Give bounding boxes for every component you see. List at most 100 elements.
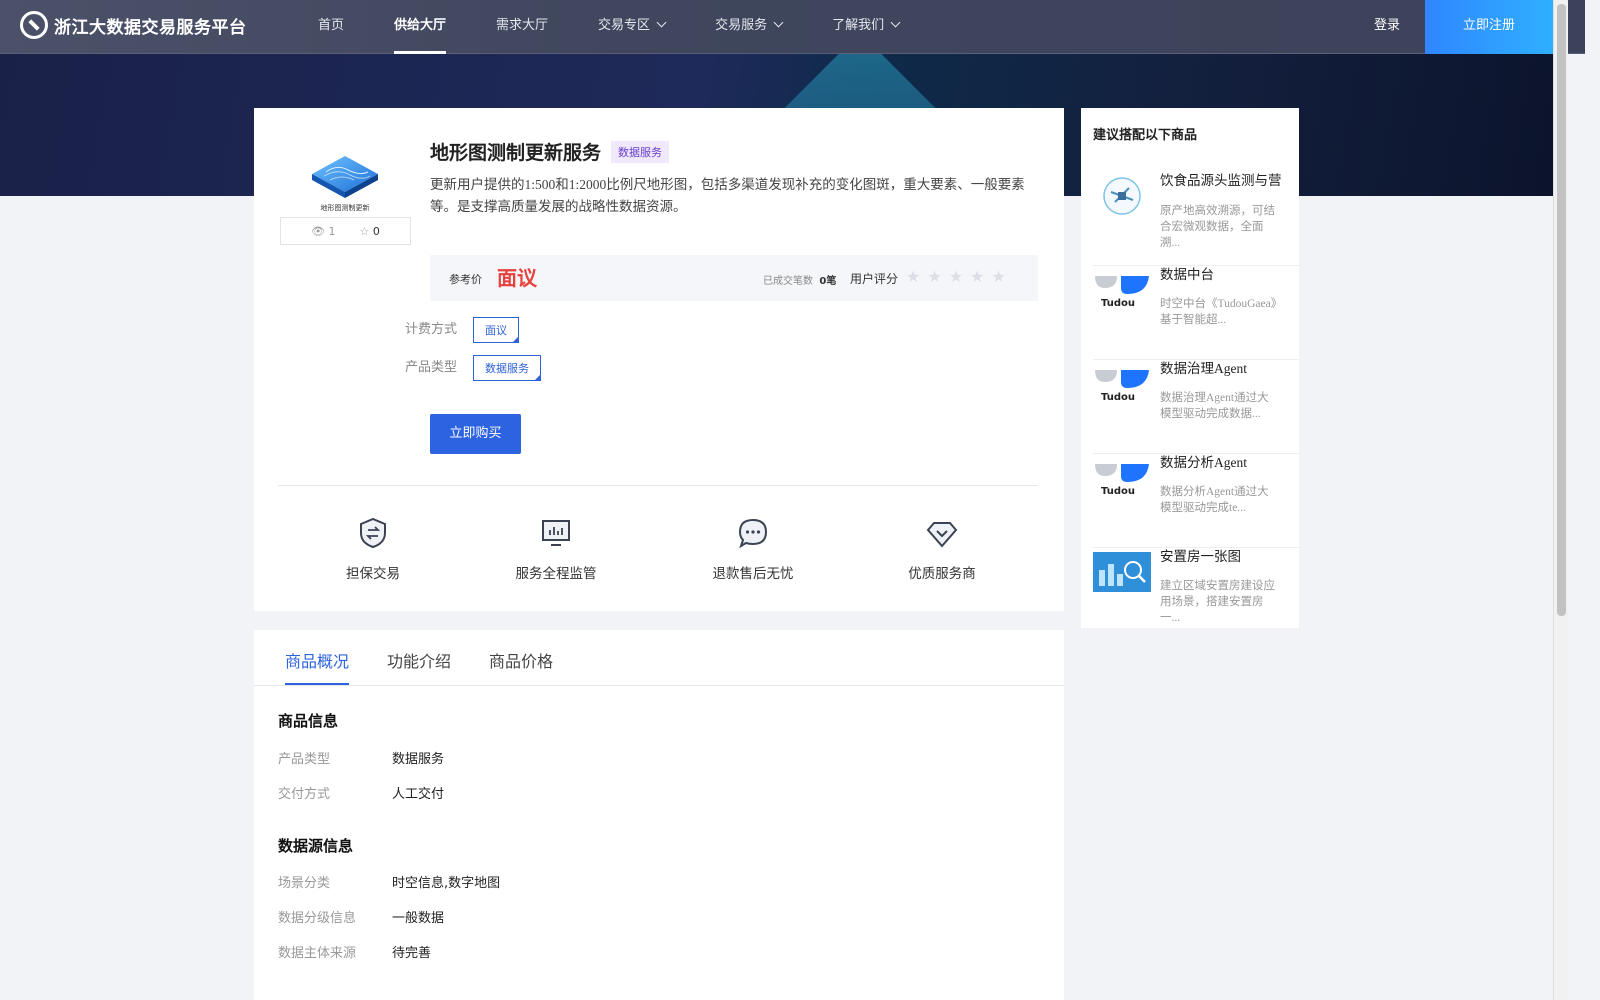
- nav-about-us[interactable]: 了解我们: [832, 0, 901, 54]
- rating-stars[interactable]: ★★★★★: [906, 267, 1013, 286]
- info-key: 场景分类: [278, 876, 331, 891]
- register-button[interactable]: 立即注册: [1425, 0, 1553, 54]
- recommend-desc: 数据治理Agent通过大模型驱动完成数据...: [1160, 392, 1269, 420]
- nav-label: 交易服务: [715, 18, 768, 33]
- info-value: 待完善: [392, 946, 432, 961]
- detail-panel: 商品概况 功能介绍 商品价格 商品信息 产品类型 数据服务 交付方式 人工交付 …: [254, 630, 1064, 1000]
- product-stats: 👁 1 ☆ 0: [280, 217, 411, 245]
- price-label: 参考价: [449, 273, 482, 286]
- recommendation-sidebar: 建议搭配以下商品 饮食品源头监测与营 原产地高效溯源，可结合宏微观数据，全面溯.…: [1081, 108, 1299, 628]
- recommend-item[interactable]: Tudou 数据分析Agent 数据分析Agent通过大模型驱动完成te...: [1093, 454, 1299, 548]
- recommend-desc: 原产地高效溯源，可结合宏微观数据，全面溯...: [1160, 205, 1275, 249]
- tab-features[interactable]: 功能介绍: [387, 648, 451, 672]
- detail-tabs: 商品概况 功能介绍 商品价格: [254, 630, 1064, 686]
- site-logo[interactable]: 浙江大数据交易服务平台: [20, 11, 247, 39]
- rating-label: 用户评分: [850, 272, 899, 286]
- info-key: 数据分级信息: [278, 911, 357, 926]
- feature-supervision: 服务全程监管: [501, 516, 611, 582]
- info-value: 数据服务: [392, 752, 445, 767]
- page-scrollbar[interactable]: [1553, 0, 1568, 1000]
- nav-demand-hall[interactable]: 需求大厅: [496, 0, 548, 54]
- recommend-name: 数据中台: [1160, 267, 1214, 283]
- chevron-down-icon: [773, 17, 784, 28]
- nav-label: 需求大厅: [496, 18, 549, 33]
- info-key: 产品类型: [278, 752, 331, 767]
- nav-supply-hall[interactable]: 供给大厅: [394, 0, 447, 54]
- info-value: 一般数据: [392, 911, 445, 926]
- eye-icon: 👁: [311, 224, 326, 238]
- info-value: 人工交付: [392, 787, 445, 802]
- logo-icon: [20, 11, 48, 39]
- price-value: 面议: [497, 266, 537, 290]
- buy-now-button[interactable]: 立即购买: [430, 414, 521, 454]
- deals-count: 已成交笔数 0笔: [763, 276, 837, 287]
- feature-label: 优质服务商: [908, 566, 976, 582]
- svg-text:Tudou: Tudou: [1101, 298, 1135, 309]
- shield-exchange-icon: [360, 517, 386, 549]
- nav-label: 首页: [318, 18, 345, 33]
- product-description: 更新用户提供的1:500和1:2000比例尺地形图，包括多渠道发现补充的变化图斑…: [430, 177, 1025, 214]
- tudou-logo-image: Tudou: [1095, 370, 1149, 403]
- feature-label: 担保交易: [346, 566, 400, 582]
- star-outline-icon: ☆: [359, 224, 370, 238]
- recommend-desc: 建立区域安置房建设应用场景，搭建安置房一...: [1160, 580, 1275, 624]
- product-thumb-image: [1103, 177, 1141, 215]
- diamond-check-icon: [926, 522, 958, 548]
- nav-label: 了解我们: [832, 18, 885, 33]
- info-value: 时空信息,数字地图: [392, 876, 501, 891]
- recommend-item[interactable]: 安置房一张图 建立区域安置房建设应用场景，搭建安置房一...: [1093, 548, 1299, 628]
- chat-bubble-icon: [738, 518, 768, 549]
- tudou-logo-image: Tudou: [1095, 276, 1149, 309]
- info-key: 交付方式: [278, 787, 331, 802]
- recommend-name: 数据分析Agent: [1160, 455, 1247, 470]
- chevron-down-icon: [656, 17, 667, 28]
- logo-text: 浙江大数据交易服务平台: [54, 17, 247, 38]
- recommend-name: 饮食品源头监测与营: [1160, 173, 1282, 189]
- tudou-logo-image: Tudou: [1095, 464, 1149, 497]
- nav-label: 供给大厅: [394, 18, 447, 33]
- views-count: 👁 1: [311, 224, 336, 238]
- nav-label: 交易专区: [598, 18, 651, 33]
- recommend-item[interactable]: 饮食品源头监测与营 原产地高效溯源，可结合宏微观数据，全面溯...: [1093, 172, 1299, 266]
- type-label: 产品类型: [405, 360, 458, 375]
- product-title-text: 地形图测制更新服务: [430, 142, 602, 164]
- monitor-chart-icon: [542, 520, 570, 546]
- recommend-desc: 数据分析Agent通过大模型驱动完成te...: [1160, 486, 1269, 514]
- sidebar-title: 建议搭配以下商品: [1093, 128, 1198, 143]
- divider: [278, 485, 1038, 486]
- feature-label: 服务全程监管: [515, 566, 597, 582]
- recommend-name: 安置房一张图: [1160, 549, 1241, 565]
- chevron-down-icon: [890, 17, 901, 28]
- billing-option[interactable]: 面议: [473, 317, 519, 343]
- scrollbar-thumb[interactable]: [1557, 4, 1566, 616]
- product-thumbnail: 地形图测制更新: [312, 156, 378, 212]
- feature-quality-provider: 优质服务商: [887, 516, 997, 582]
- favorites-count[interactable]: ☆ 0: [360, 225, 380, 238]
- product-thumb-image: [1093, 552, 1151, 592]
- svg-text:地形图测制更新: 地形图测制更新: [321, 203, 370, 212]
- recommend-desc: 时空中台《TudouGaea》基于智能超...: [1160, 298, 1277, 326]
- nav-trade-service[interactable]: 交易服务: [715, 0, 784, 54]
- product-card: 地形图测制更新 👁 1 ☆ 0 地形图测制更新服务 数据服务 更新用户提供的1:…: [254, 108, 1064, 611]
- top-navbar: 浙江大数据交易服务平台 首页 供给大厅 需求大厅 交易专区 交易服务 了解我们 …: [0, 0, 1585, 54]
- login-link[interactable]: 登录: [1374, 0, 1400, 52]
- section-product-info: 商品信息: [278, 712, 339, 730]
- recommend-item[interactable]: Tudou 数据治理Agent 数据治理Agent通过大模型驱动完成数据...: [1093, 360, 1299, 454]
- product-title: 地形图测制更新服务 数据服务: [430, 138, 670, 165]
- billing-label: 计费方式: [405, 322, 458, 337]
- feature-label: 退款售后无忧: [712, 566, 794, 582]
- info-key: 数据主体来源: [278, 946, 357, 961]
- tab-price[interactable]: 商品价格: [489, 648, 553, 672]
- product-category-tag: 数据服务: [611, 140, 670, 163]
- type-option[interactable]: 数据服务: [473, 355, 541, 381]
- tab-overview[interactable]: 商品概况: [285, 648, 350, 685]
- svg-text:Tudou: Tudou: [1101, 392, 1135, 403]
- recommend-item[interactable]: Tudou 数据中台 时空中台《TudouGaea》基于智能超...: [1093, 266, 1299, 360]
- recommend-name: 数据治理Agent: [1160, 361, 1247, 376]
- feature-guarantee: 担保交易: [318, 516, 428, 582]
- main-nav: 首页 供给大厅 需求大厅 交易专区 交易服务 了解我们: [318, 0, 949, 54]
- section-data-source: 数据源信息: [278, 837, 354, 855]
- nav-trade-zone[interactable]: 交易专区: [598, 0, 667, 54]
- nav-home[interactable]: 首页: [318, 0, 344, 54]
- feature-refund: 退款售后无忧: [698, 516, 808, 582]
